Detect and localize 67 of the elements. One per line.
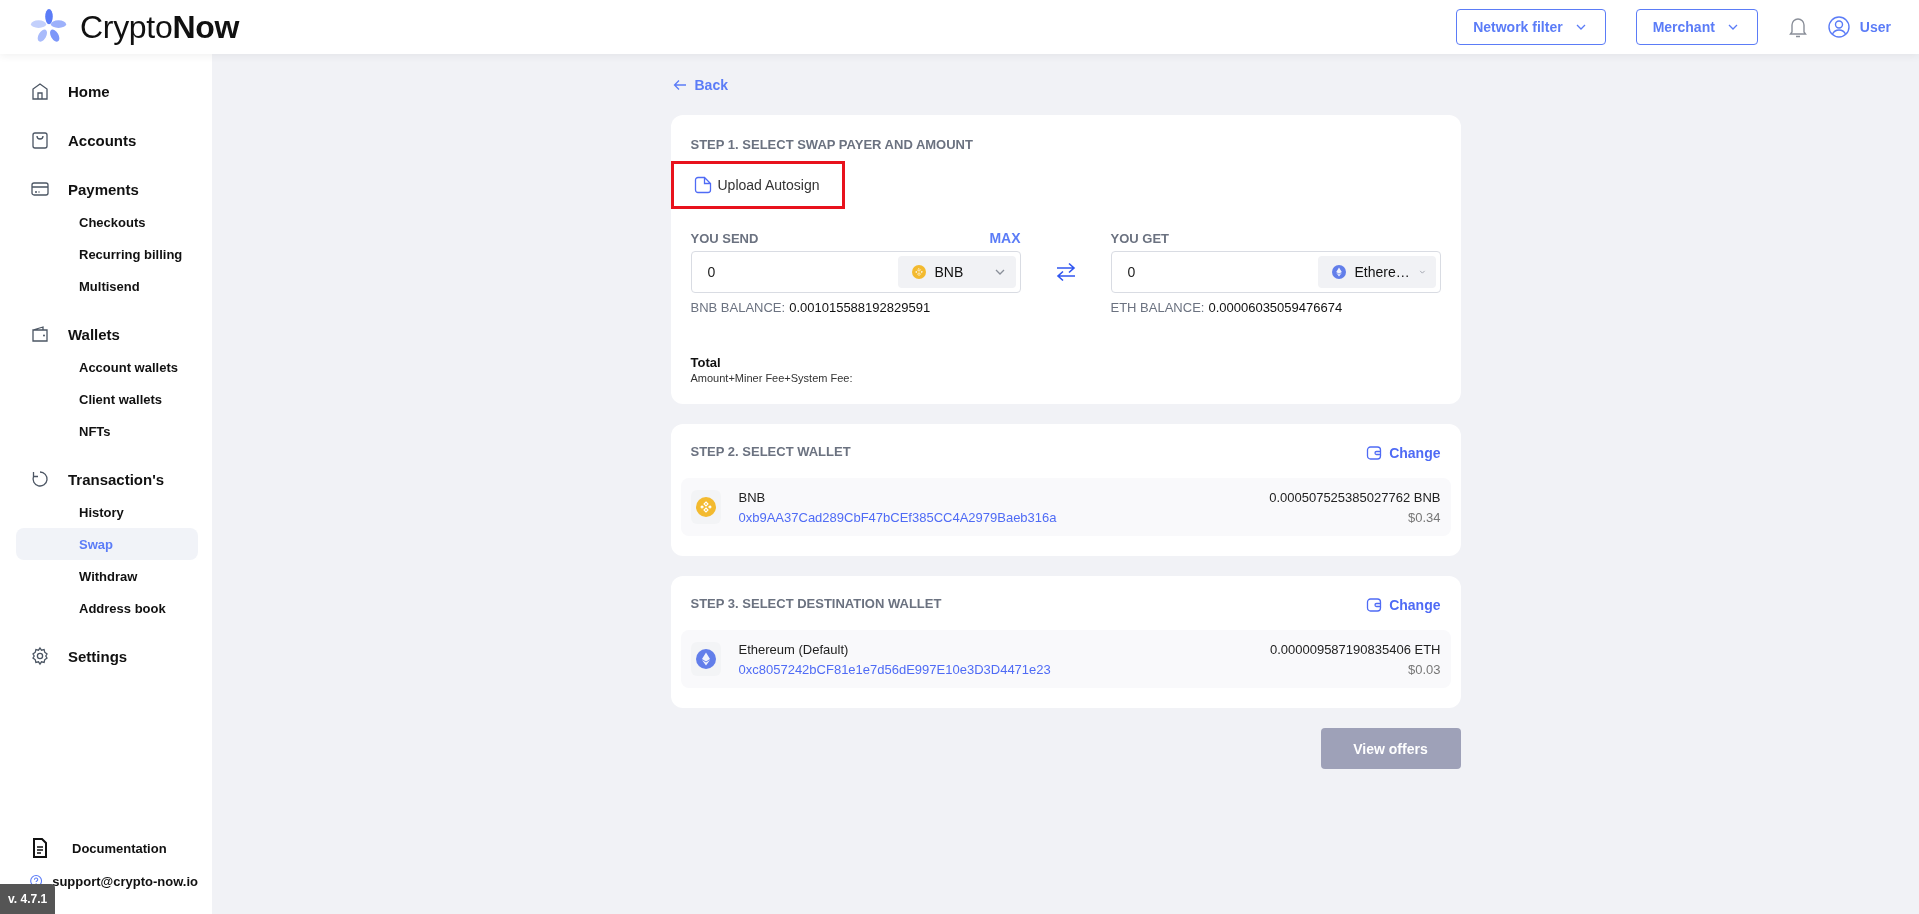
file-icon (693, 176, 712, 194)
wallet-usd-value: $0.34 (1407, 509, 1441, 525)
sidebar-subitem[interactable]: Checkouts (16, 206, 198, 238)
balance-value: 0.001015588192829591 (789, 300, 931, 315)
sidebar-subitem[interactable]: Address book (16, 592, 198, 624)
ethereum-coin-icon (1331, 265, 1346, 279)
home-icon (30, 81, 50, 101)
user-menu[interactable]: User (1827, 16, 1891, 38)
step-title: STEP 1. SELECT SWAP PAYER AND AMOUNT (690, 137, 974, 154)
wallet-address: 0xb9AA37Cad289CbF47bCEf385CC4A2979Baeb316a (738, 509, 1058, 525)
wallet-icon (30, 324, 50, 344)
user-avatar-icon (1827, 16, 1850, 38)
sidebar-subitem[interactable]: Account wallets (16, 351, 198, 383)
sidebar-item[interactable]: Home (16, 74, 198, 108)
bnb-coin-icon (911, 265, 926, 279)
network-filter-dropdown[interactable]: Network filter (1456, 9, 1606, 45)
sidebar-subitem[interactable]: Client wallets (16, 383, 198, 415)
wallet-icon (1366, 597, 1383, 613)
bnb-coin-icon (695, 497, 716, 517)
sidebar-item[interactable]: Settings (16, 639, 198, 673)
wallet-name: Ethereum (Default) (738, 641, 850, 657)
settings-icon (30, 646, 50, 666)
max-link[interactable]: MAX (989, 230, 1021, 246)
field-label: YOU GET (1110, 230, 1169, 246)
total-label: Total (690, 355, 722, 370)
balance-label: ETH BALANCE: (1110, 300, 1205, 315)
amount-field[interactable]: 0 Ethere… (1110, 251, 1441, 293)
token-dropdown[interactable]: BNB (897, 256, 1016, 288)
sidebar-subitem[interactable]: Multisend (16, 270, 198, 302)
step-title: STEP 2. SELECT WALLET (690, 444, 851, 461)
swap-arrows-icon (1054, 261, 1077, 283)
amount-field[interactable]: 0 BNB (690, 251, 1021, 293)
ethereum-coin-icon (695, 649, 716, 669)
bag-icon (30, 130, 50, 150)
documentation-link[interactable]: Documentation (16, 838, 198, 858)
balance-label: BNB BALANCE: (690, 300, 786, 315)
change-link[interactable]: Change (1366, 597, 1441, 613)
wallet-icon (1366, 445, 1383, 461)
step-title: STEP 3. SELECT DESTINATION WALLET (690, 596, 942, 613)
token-dropdown[interactable]: Ethere… (1317, 256, 1436, 288)
wallet-balance: 0.000507525385027762 BNB (1269, 489, 1441, 505)
wallet-name: BNB (738, 489, 767, 505)
wallet-row[interactable]: BNB 0xb9AA37Cad289CbF47bCEf385CC4A2979Baeb316a 0.000507525385027762 BNB $0.34 (680, 478, 1451, 536)
total-note: Amount+Miner Fee+System Fee: (690, 372, 854, 384)
history-icon (30, 469, 50, 489)
bell-icon[interactable] (1787, 16, 1808, 38)
logo-text: CryptoNow (80, 8, 240, 46)
change-link[interactable]: Change (1366, 445, 1441, 461)
field-label: YOU SEND (690, 230, 759, 246)
sidebar-subitem[interactable]: Recurring billing (16, 238, 198, 270)
balance-value: 0.00006035059476674 (1208, 300, 1343, 315)
wallet-address: 0xc8057242bCF81e1e7d56dE997E10e3D3D4471e23 (738, 661, 1052, 677)
sidebar-item[interactable]: Wallets (16, 317, 198, 351)
upload-autosign-button[interactable]: Upload Autosign (670, 161, 845, 209)
sidebar-subitem[interactable]: History (16, 496, 198, 528)
sidebar-subitem[interactable]: NFTs (16, 415, 198, 447)
sidebar-subitem[interactable]: Withdraw (16, 560, 198, 592)
sidebar-item[interactable]: Transaction's (16, 462, 198, 496)
document-icon (32, 838, 48, 858)
sidebar-item[interactable]: Payments (16, 172, 198, 206)
card-icon (30, 179, 50, 199)
wallet-balance: 0.000009587190835406 ETH (1269, 641, 1441, 657)
arrow-left-icon (672, 79, 687, 91)
sidebar-item[interactable]: Accounts (16, 123, 198, 157)
wallet-usd-value: $0.03 (1407, 661, 1441, 677)
wallet-row[interactable]: Ethereum (Default) 0xc8057242bCF81e1e7d56dE997E10e3D3D4471e23 0.000009587190835406 ETH $0.03 (680, 630, 1451, 688)
merchant-dropdown[interactable]: Merchant (1635, 9, 1758, 45)
